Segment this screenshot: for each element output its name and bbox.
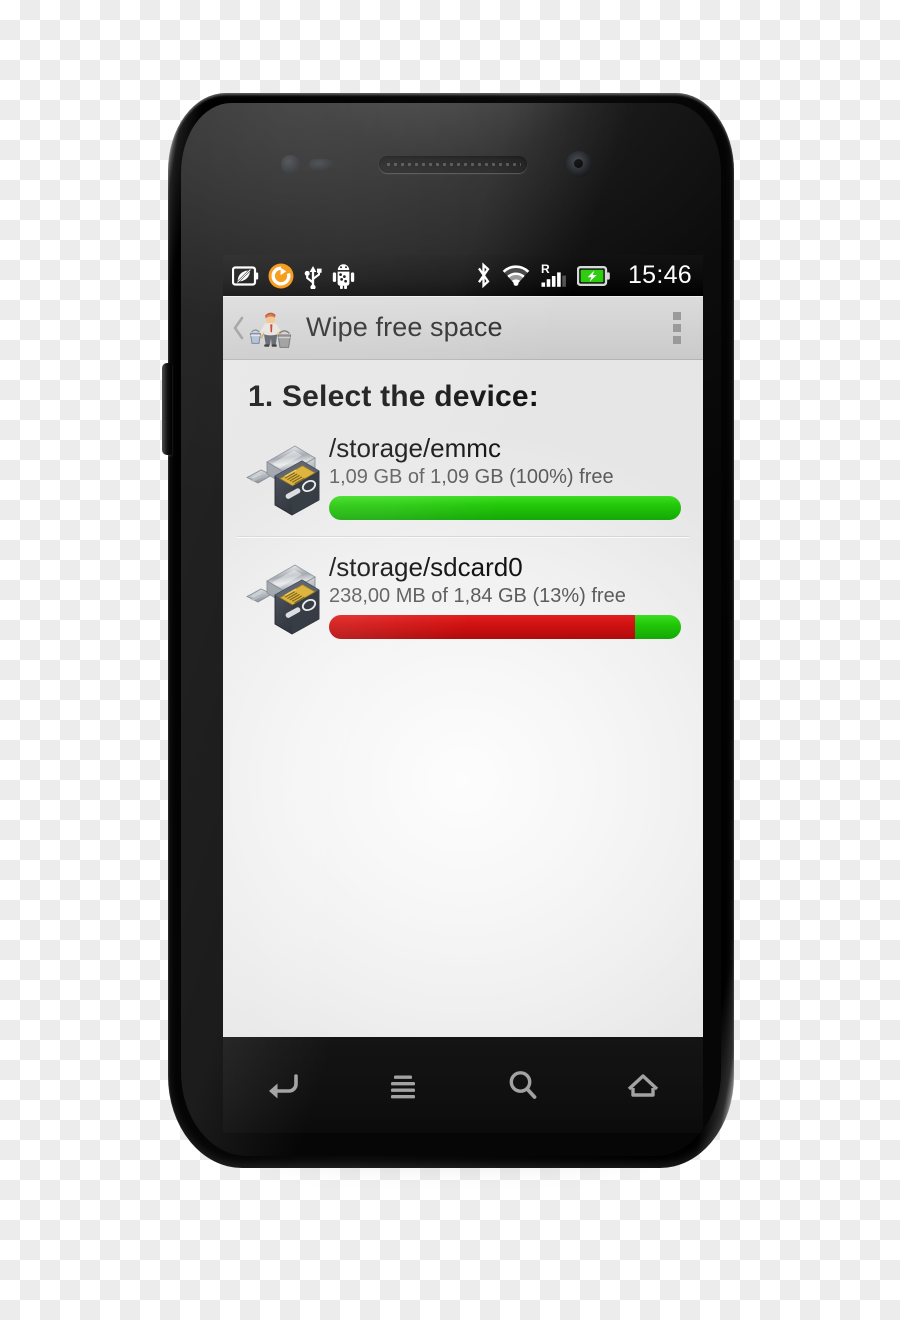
sync-orange-icon: [268, 263, 294, 288]
phone-bezel: R 15:46 Wipe free space 1. Select the de…: [181, 103, 721, 1156]
status-bar-left-icons: [232, 263, 355, 289]
janitor-cleaning-icon: [249, 312, 292, 348]
volume-rocker-button[interactable]: [162, 363, 172, 455]
device-info: /storage/emmc 1,09 GB of 1,09 GB (100%) …: [323, 433, 681, 521]
phone-screen: R 15:46 Wipe free space 1. Select the de…: [223, 255, 703, 1037]
status-bar: R 15:46: [223, 255, 703, 296]
back-navigation-button[interactable]: [229, 314, 247, 342]
back-icon: [269, 1074, 298, 1099]
proximity-sensor-icon: [281, 155, 300, 174]
nav-menu-button[interactable]: [366, 1057, 440, 1113]
earpiece-speaker: [379, 156, 527, 173]
battery-charging-icon: [576, 265, 610, 286]
nav-back-button[interactable]: [246, 1057, 320, 1113]
battery-saver-leaf-icon: [232, 265, 259, 286]
page-title: Wipe free space: [306, 312, 503, 342]
storage-progress-bar: [329, 496, 681, 521]
status-bar-clock: 15:46: [627, 261, 692, 289]
chevron-left-icon: [233, 316, 244, 339]
front-camera-icon: [566, 151, 592, 177]
earpiece-grille: [385, 161, 521, 168]
device-list: /storage/emmc 1,09 GB of 1,09 GB (100%) …: [223, 426, 703, 653]
wifi-icon: [502, 264, 530, 286]
list-item[interactable]: /storage/emmc 1,09 GB of 1,09 GB (100%) …: [223, 426, 703, 534]
device-info: /storage/sdcard0 238,00 MB of 1,84 GB (1…: [323, 552, 681, 640]
overflow-dot: [673, 311, 681, 320]
overflow-menu-button[interactable]: [663, 311, 691, 344]
search-icon: [509, 1071, 537, 1099]
action-bar: Wipe free space: [223, 296, 703, 360]
storage-free-portion: [635, 615, 681, 640]
storage-free-portion: [329, 496, 681, 521]
device-capacity-summary: 238,00 MB of 1,84 GB (13%) free: [329, 585, 626, 608]
usb-sdcard-storage-icon: [245, 559, 323, 635]
usb-sdcard-storage-icon: [245, 440, 323, 516]
home-icon: [627, 1074, 659, 1097]
nav-home-button[interactable]: [606, 1057, 680, 1113]
nav-search-button[interactable]: [486, 1057, 560, 1113]
usb-icon: [304, 265, 322, 289]
status-bar-right-icons: R 15:46: [475, 262, 692, 289]
device-capacity-summary: 1,09 GB of 1,09 GB (100%) free: [329, 466, 614, 489]
app-icon: [248, 306, 292, 350]
app-content: 1. Select the device: /storage/emmc 1,09…: [223, 360, 703, 1037]
device-path: /storage/sdcard0: [329, 552, 523, 583]
list-item[interactable]: /storage/sdcard0 238,00 MB of 1,84 GB (1…: [223, 537, 703, 653]
storage-used-portion: [329, 615, 636, 640]
storage-progress-bar: [329, 615, 681, 640]
svg-text:R: R: [541, 262, 550, 276]
android-smartphone: R 15:46 Wipe free space 1. Select the de…: [162, 93, 734, 1168]
navigation-bar: [223, 1037, 703, 1133]
menu-icon: [391, 1075, 415, 1099]
section-title: 1. Select the device:: [248, 380, 540, 413]
overflow-dot: [673, 323, 681, 332]
android-debug-icon: [332, 263, 355, 289]
device-path: /storage/emmc: [329, 433, 501, 463]
light-sensor-icon: [309, 159, 334, 171]
cellular-signal-roaming-icon: R: [541, 262, 566, 287]
bluetooth-icon: [477, 262, 490, 289]
overflow-dot: [673, 335, 681, 344]
